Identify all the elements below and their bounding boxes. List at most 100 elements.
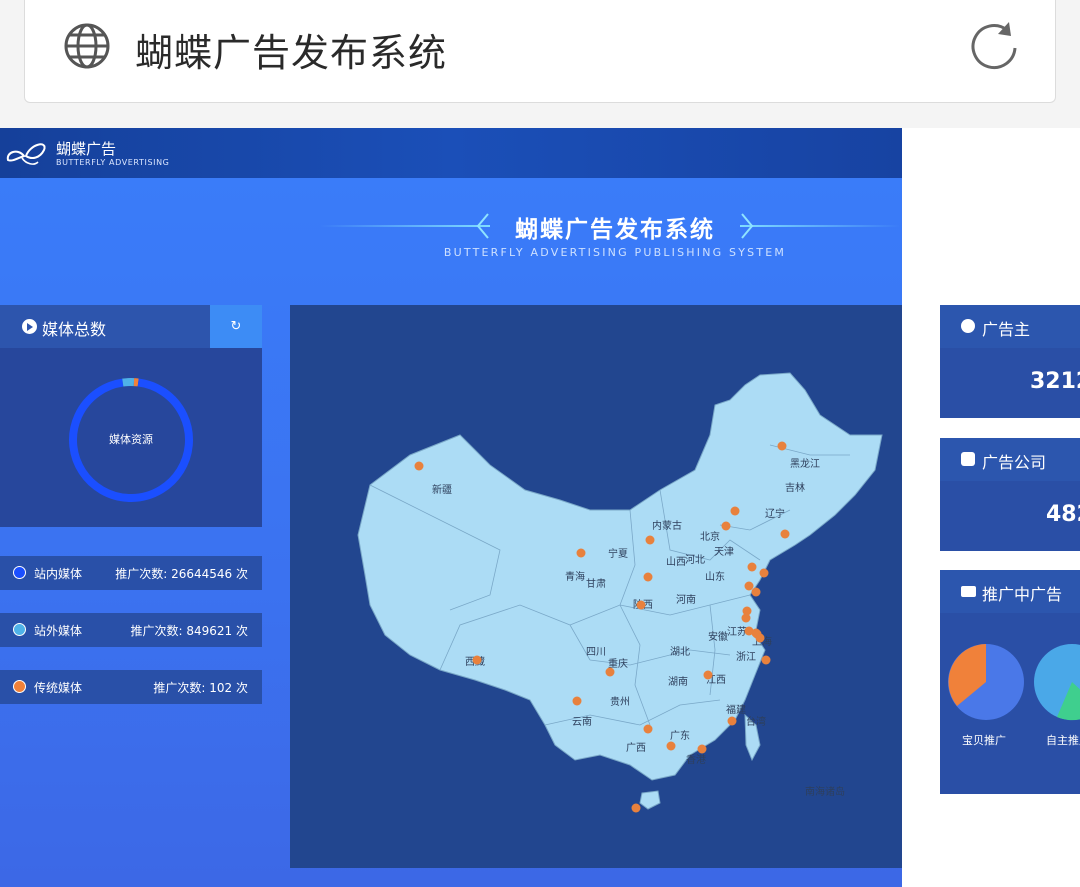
map-region-label: 浙江: [736, 651, 756, 663]
play-icon: [22, 319, 37, 334]
map-point[interactable]: [777, 441, 787, 451]
stat-count: 推广次数: 102 次: [153, 681, 248, 695]
map-point[interactable]: [576, 548, 586, 558]
pie-zizhu[interactable]: [1034, 644, 1080, 721]
legend-dot: [13, 680, 26, 693]
map-region-label: 河北: [685, 554, 705, 566]
media-total-title: 媒体总数: [42, 320, 107, 339]
map-region-label: 天津: [714, 546, 734, 558]
running-ads-pies: [948, 644, 1080, 721]
map-region-label: 甘肃: [586, 577, 606, 590]
ad-companies-title: 广告公司: [982, 453, 1047, 472]
map-region-label: 新疆: [432, 483, 452, 496]
map-point[interactable]: [666, 741, 676, 751]
map-point[interactable]: [759, 568, 769, 578]
brand-name-en: BUTTERFLY ADVERTISING: [56, 158, 170, 167]
ad-companies-panel: 广告公司 482: [940, 438, 1080, 551]
map-region-label: 山西: [666, 556, 686, 568]
map-region-label: 内蒙古: [652, 519, 682, 532]
donut-center-label: 媒体资源: [109, 433, 153, 446]
map-point[interactable]: [761, 655, 771, 665]
map-region-label: 江苏: [727, 625, 747, 638]
book-icon: [961, 586, 976, 597]
pie-label-baobei: 宝贝推广: [962, 734, 1006, 747]
map-point[interactable]: [751, 587, 761, 597]
map-region-label: 北京: [700, 530, 720, 543]
map-point[interactable]: [755, 633, 765, 643]
map-region-label: 山东: [705, 570, 725, 583]
map-point[interactable]: [605, 667, 615, 677]
stat-row-external: 站外媒体 推广次数: 849621 次: [0, 613, 262, 647]
map-region-label: 辽宁: [765, 507, 785, 520]
map-point[interactable]: [703, 670, 713, 680]
stat-row-traditional: 传统媒体 推广次数: 102 次: [0, 670, 262, 704]
map-point[interactable]: [742, 606, 752, 616]
map-region-label: 广东: [670, 729, 690, 742]
map-region-label: 云南: [572, 715, 592, 728]
page-title: 蝴蝶广告发布系统: [135, 31, 448, 75]
globe-icon: [64, 23, 110, 69]
map-point[interactable]: [697, 744, 707, 754]
running-ads-header: 推广中广告: [940, 570, 1080, 613]
hero-title: 蝴蝶广告发布系统: [515, 217, 715, 243]
stat-name: 传统媒体: [34, 681, 83, 695]
map-point[interactable]: [643, 724, 653, 734]
building-icon: [961, 452, 975, 466]
hero-subtitle: BUTTERFLY ADVERTISING PUBLISHING SYSTEM: [443, 246, 787, 259]
dashboard: 蝴蝶广告 BUTTERFLY ADVERTISING 蝴蝶广告发布系统 BUTT…: [0, 128, 902, 887]
advertisers-panel: 广告主 3212: [940, 305, 1080, 418]
map-point[interactable]: [730, 506, 740, 516]
stat-count: 推广次数: 849621 次: [130, 624, 248, 638]
map-region-label: 福建: [726, 703, 746, 716]
map-region-label: 河南: [676, 593, 696, 606]
stat-name: 站外媒体: [34, 624, 83, 638]
stat-row-internal: 站内媒体 推广次数: 26644546 次: [0, 556, 262, 590]
ad-companies-value: 482: [1046, 502, 1080, 527]
running-ads-panel: 推广中广告 宝贝推广 自主推广: [940, 570, 1080, 794]
china-map-panel: 新疆西藏青海甘肃宁夏内蒙古黑龙江吉林辽宁北京天津河北山西山东陕西河南四川重庆湖北…: [290, 305, 902, 868]
map-region-label: 贵州: [610, 695, 630, 708]
map-point[interactable]: [631, 803, 641, 813]
map-region-label: 青海: [565, 570, 585, 583]
map-point[interactable]: [727, 716, 737, 726]
map-point[interactable]: [636, 600, 646, 610]
map-region-label: 南海诸岛: [805, 785, 845, 798]
map-point[interactable]: [780, 529, 790, 539]
advertisers-value: 3212: [1030, 369, 1080, 394]
map-region-label: 吉林: [785, 481, 805, 494]
pie-baobei[interactable]: [948, 644, 1024, 720]
stat-name: 站内媒体: [34, 567, 83, 581]
map-region-label: 台湾: [746, 715, 766, 728]
media-total-header: 媒体总数 ↻: [0, 305, 262, 348]
map-point[interactable]: [472, 655, 482, 665]
brand-name-cn: 蝴蝶广告: [56, 140, 117, 158]
media-total-panel: 媒体总数 ↻ 媒体资源: [0, 305, 262, 527]
map-region-label: 广西: [626, 742, 646, 754]
reload-button[interactable]: [965, 18, 1025, 74]
advertisers-title: 广告主: [982, 320, 1031, 339]
map-point[interactable]: [645, 535, 655, 545]
map-point[interactable]: [643, 572, 653, 582]
map-region-label: 湖南: [668, 675, 688, 688]
legend-dot: [13, 623, 26, 636]
running-ads-title: 推广中广告: [982, 585, 1063, 604]
map-region-label: 安徽: [708, 630, 728, 643]
legend-dot: [13, 566, 26, 579]
china-map[interactable]: 新疆西藏青海甘肃宁夏内蒙古黑龙江吉林辽宁北京天津河北山西山东陕西河南四川重庆湖北…: [290, 305, 902, 868]
map-point[interactable]: [744, 581, 754, 591]
map-point[interactable]: [721, 521, 731, 531]
map-region-label: 湖北: [670, 646, 690, 658]
donut-segment[interactable]: [122, 378, 135, 387]
map-region-label: 黑龙江: [790, 457, 820, 470]
map-point[interactable]: [572, 696, 582, 706]
stat-count: 推广次数: 26644546 次: [115, 567, 248, 581]
advertisers-header: 广告主: [940, 305, 1080, 348]
map-region-label: 四川: [586, 647, 606, 658]
refresh-button[interactable]: ↻: [210, 305, 262, 348]
butterfly-logo-icon: [6, 143, 46, 165]
map-point[interactable]: [414, 461, 424, 471]
ad-companies-header: 广告公司: [940, 438, 1080, 481]
map-region-label: 香港: [686, 754, 706, 766]
map-point[interactable]: [747, 562, 757, 572]
browser-title-bar: 蝴蝶广告发布系统: [24, 0, 1056, 103]
